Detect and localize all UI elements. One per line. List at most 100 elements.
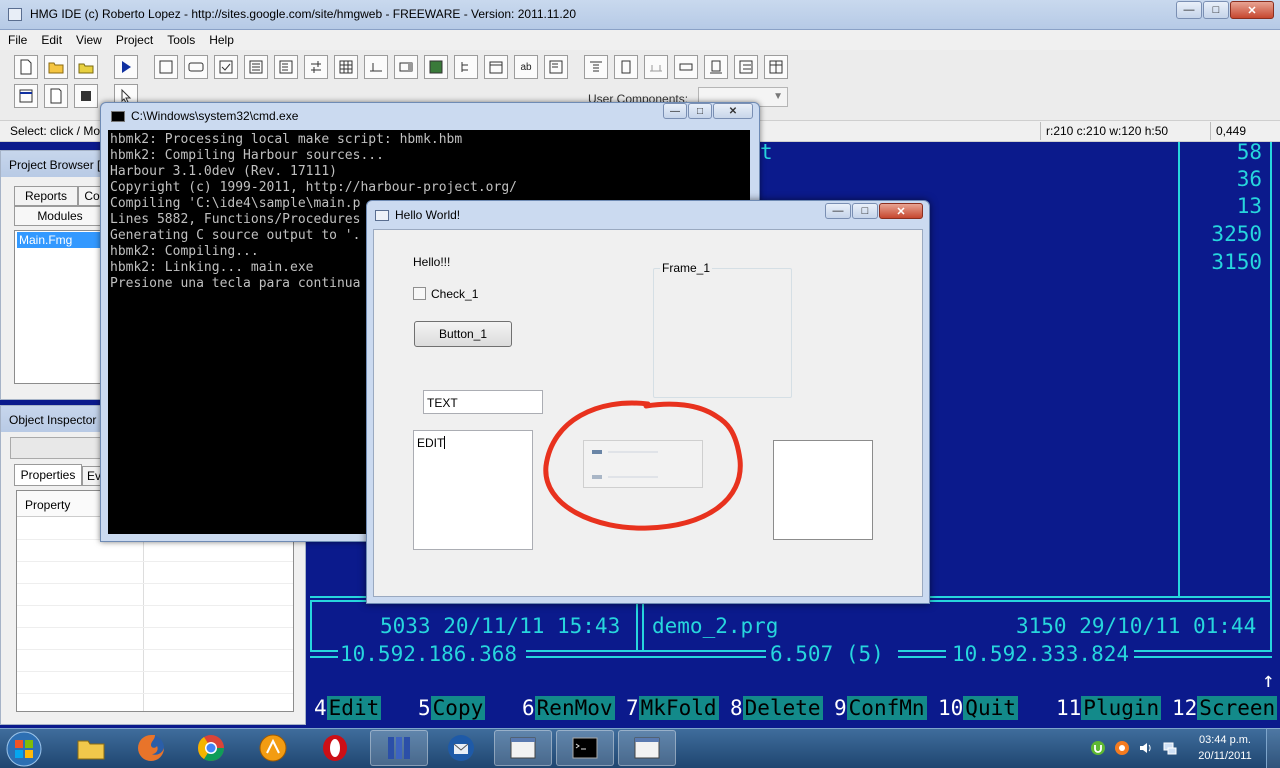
ide-title: HMG IDE (c) Roberto Lopez - http://sites… bbox=[30, 7, 576, 21]
close-button[interactable]: ✕ bbox=[1230, 1, 1274, 19]
menu-view[interactable]: View bbox=[76, 33, 102, 47]
taskbar-chrome[interactable] bbox=[182, 730, 240, 766]
checkbox-control-icon[interactable] bbox=[214, 55, 238, 79]
grid-line bbox=[17, 561, 293, 562]
folder-icon bbox=[77, 740, 105, 760]
fkey-quit[interactable]: 10Quit bbox=[938, 696, 1018, 724]
fkey-copy[interactable]: 5Copy bbox=[418, 696, 486, 724]
windows-logo-icon bbox=[6, 731, 42, 767]
taskbar-thunderbird[interactable] bbox=[432, 730, 490, 766]
clock-date[interactable]: 20/11/2011 bbox=[1192, 750, 1258, 762]
hello-minimize-button[interactable]: — bbox=[825, 203, 851, 219]
check-1-box[interactable] bbox=[413, 287, 426, 300]
show-desktop-button[interactable] bbox=[1266, 728, 1280, 768]
taskbar-explorer[interactable] bbox=[62, 730, 120, 766]
opera-icon bbox=[323, 735, 347, 761]
cmd-maximize-button[interactable]: □ bbox=[688, 103, 712, 119]
button-1[interactable]: Button_1 bbox=[414, 321, 512, 347]
menu-edit[interactable]: Edit bbox=[41, 33, 62, 47]
hello-label: Hello!!! bbox=[413, 255, 451, 269]
fkey-renmov[interactable]: 6RenMov bbox=[522, 696, 615, 724]
slider-control-icon[interactable] bbox=[364, 55, 388, 79]
label-control-icon[interactable] bbox=[154, 55, 178, 79]
cmd-prompt-icon bbox=[572, 737, 598, 759]
toggle-control-icon[interactable] bbox=[304, 55, 328, 79]
fkey-plugin[interactable]: 11Plugin bbox=[1056, 696, 1162, 724]
fkey-mkfold[interactable]: 7MkFold bbox=[626, 696, 719, 724]
stop-icon[interactable] bbox=[74, 84, 98, 108]
network-icon[interactable] bbox=[1162, 740, 1178, 756]
text-input[interactable]: TEXT bbox=[423, 390, 543, 414]
list-box[interactable] bbox=[773, 440, 873, 540]
status-coordinates: r:210 c:210 w:120 h:50 bbox=[1046, 124, 1169, 138]
textbox-control-icon[interactable]: ab bbox=[514, 55, 538, 79]
menu-project[interactable]: Project bbox=[116, 33, 153, 47]
minimize-button[interactable]: — bbox=[1176, 1, 1202, 19]
new-file-icon[interactable] bbox=[14, 55, 38, 79]
hello-close-button[interactable]: ✕ bbox=[879, 203, 923, 219]
menu-help[interactable]: Help bbox=[209, 33, 234, 47]
frame-1-label: Frame_1 bbox=[660, 261, 713, 275]
clock-time[interactable]: 03:44 p.m. bbox=[1192, 734, 1258, 746]
avast-icon[interactable] bbox=[1114, 740, 1130, 756]
menu-builder-icon[interactable] bbox=[584, 55, 608, 79]
panel-bottom-line bbox=[310, 650, 338, 652]
run-icon[interactable] bbox=[114, 55, 138, 79]
start-button[interactable] bbox=[4, 730, 44, 768]
drop-menu-icon[interactable] bbox=[734, 55, 758, 79]
taskbar-cmd[interactable] bbox=[556, 730, 614, 766]
fkey-delete[interactable]: 8Delete bbox=[730, 696, 823, 724]
hello-maximize-button[interactable]: □ bbox=[852, 203, 878, 219]
tab-reports[interactable]: Reports bbox=[14, 186, 78, 206]
taskbar-hmg-ide[interactable] bbox=[370, 730, 428, 766]
maximize-button[interactable]: □ bbox=[1203, 1, 1229, 19]
taskbar-firefox[interactable] bbox=[122, 730, 180, 766]
calendar-control-icon[interactable] bbox=[484, 55, 508, 79]
panel-divider bbox=[636, 600, 638, 652]
editbox-control-icon[interactable] bbox=[544, 55, 568, 79]
edit-box[interactable]: EDIT bbox=[413, 430, 533, 550]
utorrent-icon[interactable] bbox=[1090, 740, 1106, 756]
panel-bottom-line bbox=[898, 650, 946, 652]
check-1-label[interactable]: Check_1 bbox=[431, 287, 478, 301]
list-control-icon[interactable] bbox=[244, 55, 268, 79]
menu-file[interactable]: File bbox=[8, 33, 27, 47]
cmd-close-button[interactable]: ✕ bbox=[713, 103, 753, 119]
fkey-edit[interactable]: 4Edit bbox=[314, 696, 382, 724]
panel-divider bbox=[642, 600, 644, 652]
context-menu-icon[interactable] bbox=[614, 55, 638, 79]
tab-modules[interactable]: Modules bbox=[14, 206, 106, 226]
toolbar-builder-icon[interactable] bbox=[674, 55, 698, 79]
fkey-screen[interactable]: 12Screen bbox=[1172, 696, 1278, 724]
image-control-icon[interactable] bbox=[424, 55, 448, 79]
orange-app-icon bbox=[259, 734, 287, 762]
combo-control-icon[interactable] bbox=[274, 55, 298, 79]
volume-icon[interactable] bbox=[1138, 740, 1154, 756]
tree-control-icon[interactable] bbox=[454, 55, 478, 79]
spinner-control-icon[interactable] bbox=[394, 55, 418, 79]
form-icon[interactable] bbox=[14, 84, 38, 108]
tab-properties[interactable]: Properties bbox=[14, 464, 82, 486]
fkey-confmn[interactable]: 9ConfMn bbox=[834, 696, 927, 724]
menu-tools[interactable]: Tools bbox=[167, 33, 195, 47]
taskbar-app-orange[interactable] bbox=[244, 730, 302, 766]
table-icon[interactable] bbox=[764, 55, 788, 79]
open-folder-icon[interactable] bbox=[44, 55, 68, 79]
right-panel-file-info: 3150 29/10/11 01:44 bbox=[1016, 614, 1257, 638]
save-folder-icon[interactable] bbox=[74, 55, 98, 79]
button-control-icon[interactable] bbox=[184, 55, 208, 79]
taskbar-hello-world[interactable] bbox=[618, 730, 676, 766]
statusbar-icon[interactable] bbox=[644, 55, 668, 79]
edit-box-text: EDIT bbox=[417, 436, 445, 450]
cmd-line: hbmk2: Processing local make script: hbm… bbox=[110, 132, 463, 147]
list-item[interactable]: Main.Fmg bbox=[17, 232, 101, 248]
scroll-up-arrow-icon[interactable]: ↑ bbox=[1262, 668, 1275, 692]
hello-window-icon bbox=[375, 210, 389, 221]
taskbar-opera[interactable] bbox=[306, 730, 364, 766]
document-icon[interactable] bbox=[44, 84, 68, 108]
notify-menu-icon[interactable] bbox=[704, 55, 728, 79]
status-select-hint: Select: click / Mo bbox=[10, 124, 101, 138]
cmd-minimize-button[interactable]: — bbox=[663, 103, 687, 119]
taskbar-form-window[interactable] bbox=[494, 730, 552, 766]
grid-control-icon[interactable] bbox=[334, 55, 358, 79]
